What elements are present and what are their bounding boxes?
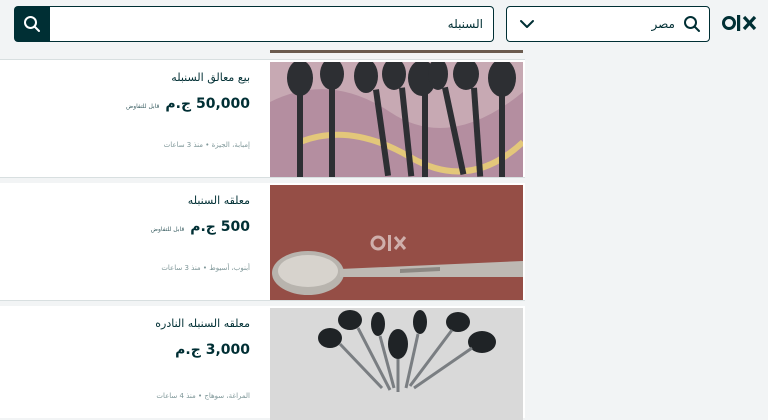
- search-icon: [24, 16, 40, 32]
- search-button[interactable]: [14, 6, 50, 42]
- listing-title[interactable]: معلقه السنبله: [0, 193, 250, 209]
- listing-price: 3,000 ج.م: [175, 342, 250, 358]
- listing-card[interactable]: معلقه السنبله النادره 3,000 ج.م المراغة،…: [0, 306, 525, 420]
- listing-info: بيع معالق السنبله 50,000 ج.م قابل للتفاو…: [0, 60, 266, 177]
- listing-price: 500 ج.م: [190, 219, 250, 235]
- listing-photo[interactable]: [270, 185, 523, 300]
- olx-logo-icon: [722, 15, 757, 31]
- negotiable-label: قابل للتفاوض: [125, 103, 160, 110]
- listing-meta: أبنوب، أسيوط • منذ 3 ساعات: [161, 264, 250, 272]
- previous-listing-photo-edge: [270, 50, 523, 53]
- listing-info: معلقه السنبله النادره 3,000 ج.م المراغة،…: [0, 306, 266, 418]
- search-input-value: السنبله: [447, 17, 483, 31]
- listing-info: معلقه السنبله 500 ج.م قابل للتفاوض أبنوب…: [0, 183, 266, 300]
- listing-title[interactable]: معلقه السنبله النادره: [0, 316, 250, 332]
- listing-card[interactable]: بيع معالق السنبله 50,000 ج.م قابل للتفاو…: [0, 60, 525, 177]
- listing-photo[interactable]: [270, 308, 523, 420]
- listing-price: 50,000 ج.م: [165, 96, 250, 112]
- listing-title[interactable]: بيع معالق السنبله: [0, 70, 250, 86]
- listing-location: إمبابة، الجيزة: [211, 141, 250, 149]
- listing-photo[interactable]: [270, 62, 523, 177]
- location-search-icon: [683, 15, 701, 33]
- divider: [0, 177, 525, 178]
- divider: [0, 300, 525, 301]
- listing-time: منذ 4 ساعات: [156, 392, 196, 400]
- listing-meta: إمبابة، الجيزة • منذ 3 ساعات: [163, 141, 250, 149]
- chevron-down-icon[interactable]: [519, 16, 535, 35]
- location-selector[interactable]: مصر: [506, 6, 710, 42]
- price-row: 3,000 ج.م: [0, 342, 250, 358]
- location-value: مصر: [651, 17, 675, 31]
- search-input[interactable]: السنبله: [50, 6, 494, 42]
- price-row: 50,000 ج.م قابل للتفاوض: [0, 96, 250, 112]
- top-header: السنبله مصر: [0, 0, 768, 50]
- listing-time: منذ 3 ساعات: [161, 264, 201, 272]
- listing-time: منذ 3 ساعات: [163, 141, 204, 149]
- listing-card[interactable]: معلقه السنبله 500 ج.م قابل للتفاوض أبنوب…: [0, 183, 525, 300]
- negotiable-label: قابل للتفاوض: [150, 226, 185, 233]
- price-row: 500 ج.م قابل للتفاوض: [0, 219, 250, 235]
- listing-location: المراغة، سوهاج: [204, 392, 250, 400]
- olx-logo[interactable]: [722, 12, 758, 34]
- listing-location: أبنوب، أسيوط: [209, 264, 250, 272]
- listing-meta: المراغة، سوهاج • منذ 4 ساعات: [156, 392, 250, 400]
